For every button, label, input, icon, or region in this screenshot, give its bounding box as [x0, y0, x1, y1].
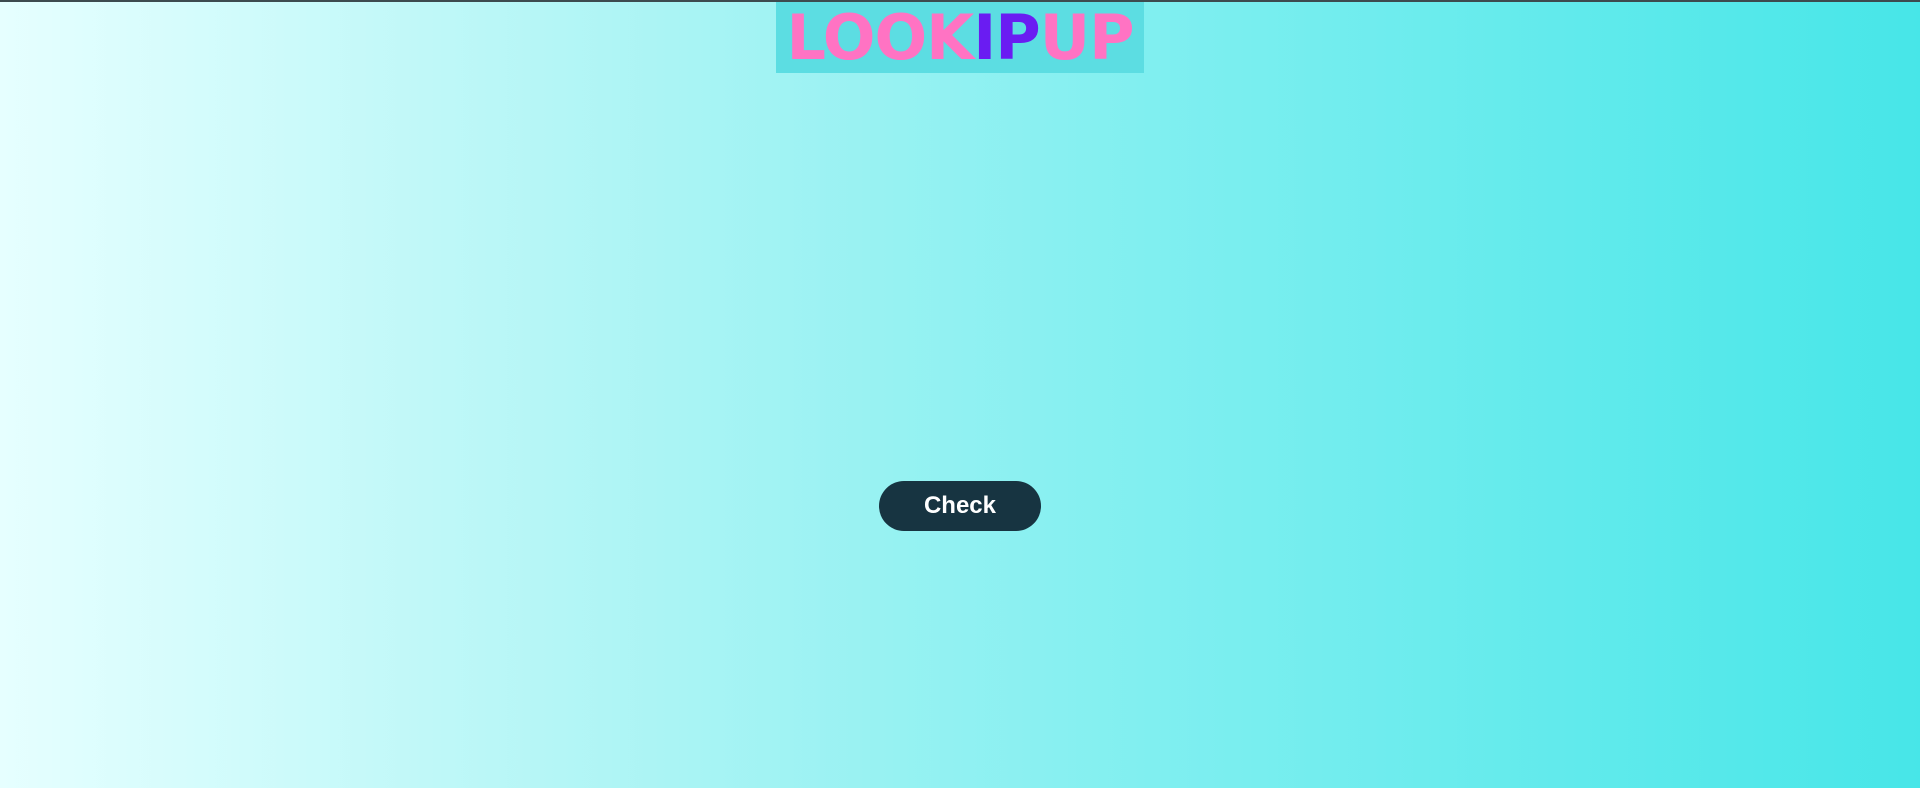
logo-text-ip: IP — [973, 0, 1041, 74]
logo-text-up: UP — [1039, 0, 1135, 74]
logo-text-look: LOOK — [786, 0, 974, 74]
check-button[interactable]: Check — [879, 481, 1041, 531]
lookipup-logo: LOOK IP UP — [776, 2, 1144, 73]
